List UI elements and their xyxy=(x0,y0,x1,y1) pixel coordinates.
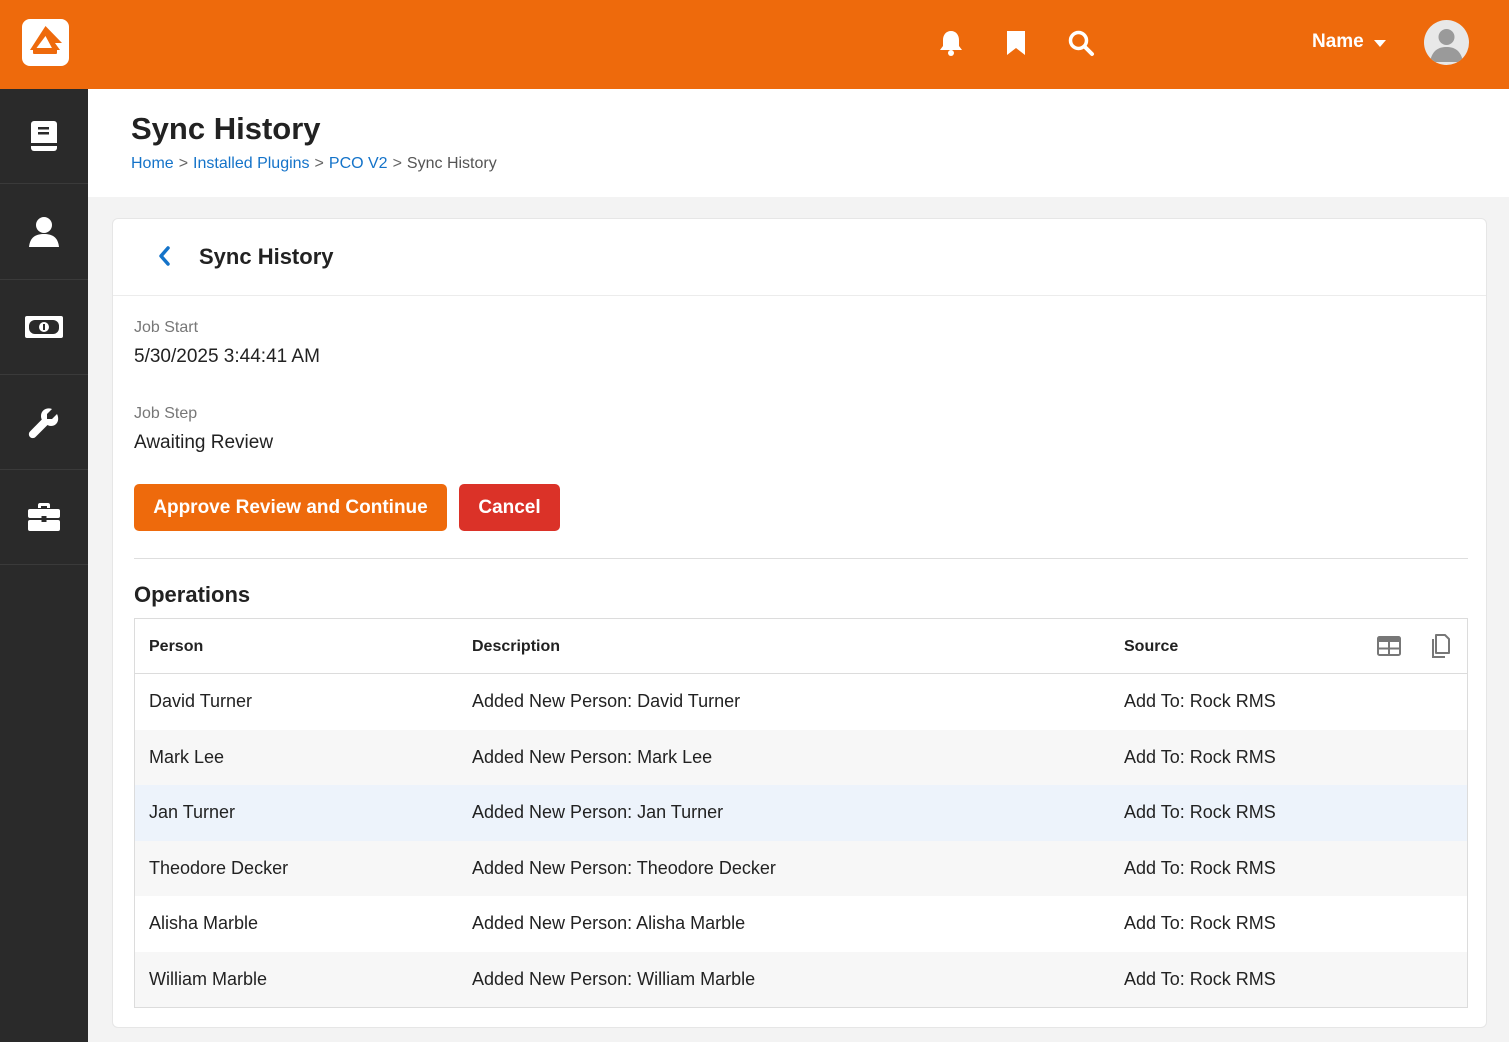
cell-description: Added New Person: Jan Turner xyxy=(472,802,724,822)
job-step-label: Job Step xyxy=(134,405,198,422)
caret-down-icon xyxy=(1373,39,1386,47)
panel-title: Sync History xyxy=(199,244,334,269)
cell-description: Added New Person: David Turner xyxy=(472,691,741,711)
user-name-menu[interactable]: Name xyxy=(1312,31,1386,53)
sidebar-item-people[interactable] xyxy=(0,185,88,280)
cell-person: David Turner xyxy=(149,691,253,711)
table-row[interactable]: Mark Lee Added New Person: Mark Lee Add … xyxy=(135,729,1467,785)
approve-review-button[interactable]: Approve Review and Continue xyxy=(134,484,447,531)
sync-history-panel: Sync History Job Start 5/30/2025 3:44:41… xyxy=(112,218,1487,1028)
column-header-description[interactable]: Description xyxy=(472,638,560,656)
cell-person: Jan Turner xyxy=(149,802,236,822)
cell-person: Alisha Marble xyxy=(149,913,259,933)
money-icon xyxy=(25,316,63,338)
wrench-icon xyxy=(28,408,59,439)
cell-person: Theodore Decker xyxy=(149,857,289,878)
cell-source: Add To: Rock RMS xyxy=(1124,802,1276,822)
bookmark-icon[interactable] xyxy=(1001,28,1031,58)
avatar-icon[interactable] xyxy=(1424,20,1469,65)
job-step-value: Awaiting Review xyxy=(134,432,274,453)
panel-heading: Sync History xyxy=(113,219,1486,296)
user-name-label: Name xyxy=(1312,31,1364,52)
cell-description: Added New Person: Theodore Decker xyxy=(472,857,776,878)
breadcrumb-home[interactable]: Home xyxy=(131,155,174,172)
rock-logo-icon[interactable] xyxy=(22,19,69,66)
operations-title: Operations xyxy=(134,582,251,607)
back-chevron-icon[interactable] xyxy=(151,243,177,269)
briefcase-icon xyxy=(28,503,60,531)
table-row[interactable]: Alisha Marble Added New Person: Alisha M… xyxy=(135,896,1467,952)
cell-source: Add To: Rock RMS xyxy=(1124,968,1276,989)
cell-source: Add To: Rock RMS xyxy=(1124,691,1276,711)
grid-header: Person Description Source xyxy=(135,619,1467,674)
breadcrumb-pco-v2[interactable]: PCO V2 xyxy=(329,155,388,172)
divider xyxy=(134,558,1468,559)
bell-icon[interactable] xyxy=(936,28,966,58)
export-excel-icon[interactable] xyxy=(1376,633,1402,659)
breadcrumb-separator: > xyxy=(178,155,189,172)
book-icon xyxy=(31,121,57,151)
cell-description: Added New Person: William Marble xyxy=(472,968,756,989)
sidebar xyxy=(0,89,88,1042)
sidebar-item-admin[interactable] xyxy=(0,470,88,565)
cell-source: Add To: Rock RMS xyxy=(1124,746,1276,767)
table-row[interactable]: Theodore Decker Added New Person: Theodo… xyxy=(135,840,1467,896)
search-icon[interactable] xyxy=(1066,28,1096,58)
cancel-button[interactable]: Cancel xyxy=(459,484,560,531)
sidebar-item-book[interactable] xyxy=(0,89,88,184)
person-icon xyxy=(29,217,59,247)
page-title: Sync History xyxy=(131,111,321,146)
job-start-label: Job Start xyxy=(134,319,199,336)
copy-icon[interactable] xyxy=(1427,633,1453,659)
breadcrumb-separator: > xyxy=(314,155,324,172)
breadcrumb-current: Sync History xyxy=(406,155,497,172)
breadcrumb-installed-plugins[interactable]: Installed Plugins xyxy=(193,155,310,172)
table-row[interactable]: David Turner Added New Person: David Tur… xyxy=(135,674,1467,730)
operations-grid: Person Description Source David Turner A… xyxy=(134,618,1468,1008)
column-header-source[interactable]: Source xyxy=(1124,638,1178,656)
cell-source: Add To: Rock RMS xyxy=(1124,913,1276,933)
breadcrumb: Home > Installed Plugins > PCO V2 > Sync Histo… xyxy=(131,155,497,173)
cell-source: Add To: Rock RMS xyxy=(1124,857,1276,878)
job-start-value: 5/30/2025 3:44:41 AM xyxy=(134,346,320,367)
top-navbar: Name xyxy=(0,0,1509,89)
breadcrumb-separator: > xyxy=(392,155,402,172)
column-header-person[interactable]: Person xyxy=(149,638,203,656)
sidebar-item-tools[interactable] xyxy=(0,375,88,470)
table-row[interactable]: William Marble Added New Person: William… xyxy=(135,951,1467,1007)
table-row[interactable]: Jan Turner Added New Person: Jan Turner … xyxy=(135,785,1467,841)
sidebar-item-finance[interactable] xyxy=(0,280,88,375)
cell-person: Mark Lee xyxy=(149,746,225,767)
page-header: Sync History Home > Installed Plugins > PCO … xyxy=(88,89,1509,197)
cell-description: Added New Person: Alisha Marble xyxy=(472,913,746,933)
cell-description: Added New Person: Mark Lee xyxy=(472,746,713,767)
cell-person: William Marble xyxy=(149,968,268,989)
